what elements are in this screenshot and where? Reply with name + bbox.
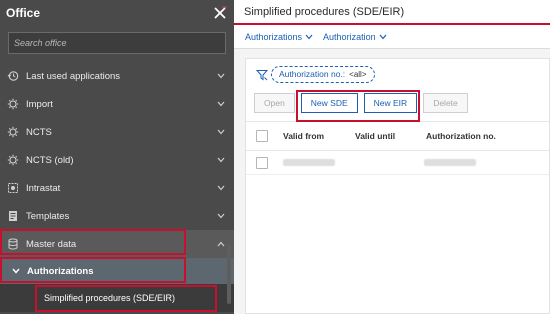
templates-icon	[7, 210, 19, 222]
import-icon	[7, 98, 19, 110]
intrastat-icon	[7, 182, 19, 194]
tab-label: Authorizations	[245, 31, 303, 42]
chevron-up-icon	[216, 239, 226, 249]
page-title: Simplified procedures (SDE/EIR)	[244, 5, 405, 18]
main-area: Simplified procedures (SDE/EIR) Authoriz…	[234, 0, 550, 314]
tab-authorization[interactable]: Authorization	[323, 32, 387, 42]
column-header-authorization-no[interactable]: Authorization no.	[426, 131, 496, 141]
sidebar-item-last-used[interactable]: Last used applications	[0, 62, 234, 90]
sidebar-item-label: Master data	[26, 238, 77, 250]
chevron-down-icon	[216, 155, 226, 165]
sidebar-item-import[interactable]: Import	[0, 90, 234, 118]
sidebar-item-label: Intrastat	[26, 182, 61, 194]
filter-row: Authorization no.: <all>	[246, 59, 549, 89]
sidebar-item-templates[interactable]: Templates	[0, 202, 234, 230]
chevron-down-icon	[12, 266, 22, 276]
content-panel: Authorization no.: <all> Open New SDE Ne…	[245, 58, 550, 314]
table-row[interactable]	[246, 151, 549, 175]
chevron-down-icon	[305, 32, 313, 42]
filter-label: Authorization no.:	[279, 69, 346, 79]
sidebar-leaf-label: Simplified procedures (SDE/EIR)	[44, 293, 176, 303]
filter-icon[interactable]	[255, 68, 269, 81]
close-icon[interactable]	[212, 5, 228, 21]
chevron-down-icon	[216, 211, 226, 221]
chevron-down-icon	[216, 71, 226, 81]
sidebar-subitem-label: Authorizations	[27, 265, 94, 277]
column-header-valid-from[interactable]: Valid from	[283, 131, 324, 141]
sidebar-item-intrastat[interactable]: Intrastat	[0, 174, 234, 202]
history-icon	[7, 70, 19, 82]
sidebar-subitem-authorizations[interactable]: Authorizations	[0, 258, 234, 284]
delete-button[interactable]: Delete	[423, 93, 468, 113]
sidebar-leaf-simplified-procedures[interactable]: Simplified procedures (SDE/EIR)	[0, 284, 234, 312]
sidebar-title: Office	[6, 6, 41, 20]
search-input[interactable]	[14, 38, 225, 48]
database-icon	[7, 238, 19, 250]
sidebar-item-label: Templates	[26, 210, 70, 222]
sidebar-item-label: Import	[26, 98, 53, 110]
toolbar: Open New SDE New EIR Delete	[246, 89, 549, 117]
tab-label: Authorization	[323, 31, 376, 42]
tab-authorizations[interactable]: Authorizations	[245, 32, 313, 42]
chevron-down-icon	[379, 32, 387, 42]
sidebar-item-master-data[interactable]: Master data	[0, 230, 234, 258]
new-sde-button[interactable]: New SDE	[300, 93, 358, 113]
main-header: Simplified procedures (SDE/EIR)	[234, 0, 550, 25]
filter-chip-authorization-no[interactable]: Authorization no.: <all>	[271, 65, 375, 83]
search-box	[8, 32, 226, 54]
redacted-authorization-no	[424, 159, 476, 166]
sidebar-item-label: NCTS	[26, 126, 52, 138]
ncts-old-icon	[7, 154, 19, 166]
breadcrumb-tabs: Authorizations Authorization	[234, 25, 550, 49]
sidebar-scrollbar[interactable]	[227, 244, 231, 304]
ncts-icon	[7, 126, 19, 138]
row-checkbox[interactable]	[256, 156, 268, 169]
chevron-down-icon	[216, 99, 226, 109]
sidebar-header: Office	[0, 0, 234, 26]
filter-value: <all>	[349, 69, 367, 79]
redacted-valid-from	[283, 159, 335, 166]
sidebar: Office Last used applications Import	[0, 0, 234, 314]
sidebar-item-label: NCTS (old)	[26, 154, 74, 166]
table-header: Valid from Valid until Authorization no.	[246, 121, 549, 151]
chevron-down-icon	[216, 127, 226, 137]
sidebar-item-ncts[interactable]: NCTS	[0, 118, 234, 146]
select-all-checkbox[interactable]	[256, 130, 268, 142]
chevron-down-icon	[216, 183, 226, 193]
column-header-valid-until[interactable]: Valid until	[355, 131, 395, 141]
sidebar-item-ncts-old[interactable]: NCTS (old)	[0, 146, 234, 174]
new-eir-button[interactable]: New EIR	[363, 93, 418, 113]
open-button[interactable]: Open	[254, 93, 295, 113]
sidebar-item-label: Last used applications	[26, 70, 121, 82]
